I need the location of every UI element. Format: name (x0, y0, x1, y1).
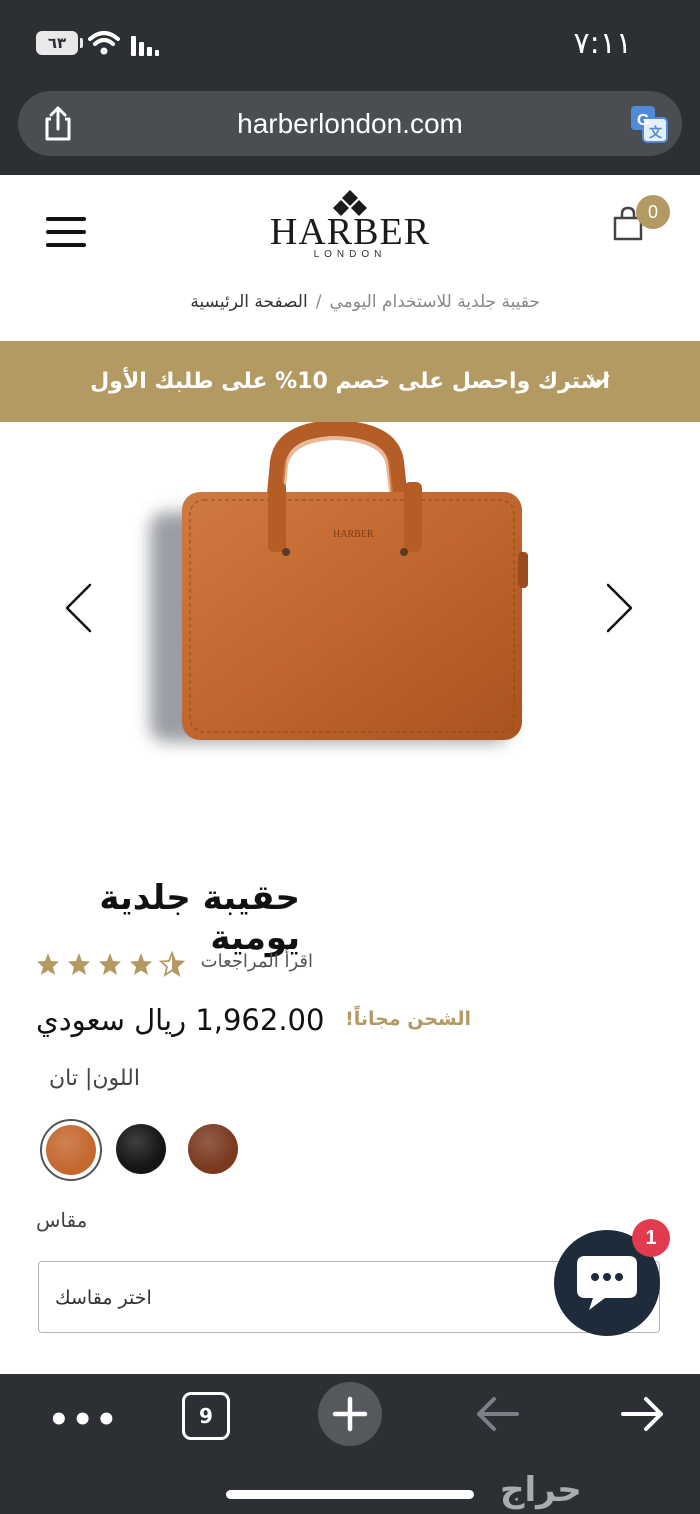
product-image: HARBER (150, 422, 528, 742)
breadcrumb: حقيبة جلدية للاستخدام اليومي / الصفحة الرئ… (0, 292, 540, 312)
svg-text:G: G (637, 112, 649, 129)
wifi-icon (88, 31, 120, 55)
size-select-placeholder[interactable]: اختر مقاسك (55, 1262, 152, 1334)
swatch-black[interactable] (116, 1124, 166, 1174)
brand-logo[interactable]: HARBER (240, 210, 460, 254)
address-bar[interactable]: harberlondon.com G 文 (18, 91, 682, 156)
swatch-brown[interactable] (188, 1124, 238, 1174)
breadcrumb-separator: / (315, 292, 322, 312)
plus-icon[interactable] (332, 1396, 368, 1432)
new-tab-button[interactable] (318, 1382, 382, 1446)
more-icon[interactable]: ••• (48, 1400, 119, 1440)
haraj-watermark: حراج (500, 1470, 582, 1510)
product-title: حقيبة جلدية يومية (99, 878, 300, 958)
chat-notification-badge: 1 (632, 1219, 670, 1257)
brand-subtitle: LONDON (313, 249, 387, 260)
breadcrumb-home[interactable]: الصفحة الرئيسية (190, 292, 307, 312)
size-label: مقاس (36, 1208, 88, 1232)
reviews-link[interactable]: اقرأ المراجعات (198, 951, 313, 972)
breadcrumb-current: حقيبة جلدية للاستخدام اليومي (329, 292, 540, 312)
signal-icon (131, 36, 159, 56)
svg-text:文: 文 (649, 125, 663, 140)
hamburger-menu-icon[interactable] (46, 217, 88, 249)
color-label: اللون| تان (48, 1066, 140, 1091)
chat-bubble-icon[interactable] (575, 1254, 639, 1312)
promo-banner[interactable]: اشترك واحصل على خصم 10% على طلبك الأول (0, 341, 700, 422)
chevron-down-icon[interactable] (586, 373, 610, 389)
home-indicator (226, 1490, 474, 1499)
free-shipping-label: الشحن مجاناً! (345, 1008, 471, 1030)
cart-count-badge[interactable]: 0 (636, 195, 670, 229)
swatch-tan[interactable] (46, 1125, 96, 1175)
battery-indicator: ٦٣ (36, 31, 78, 55)
share-icon[interactable] (40, 105, 76, 143)
translate-icon[interactable]: G 文 (630, 105, 668, 143)
tabs-button[interactable]: 9 (182, 1392, 230, 1440)
url-text[interactable]: harberlondon.com (18, 91, 682, 156)
battery-tip (80, 38, 83, 48)
product-price: 1,962.00 ريال سعودي (36, 1003, 325, 1037)
rating-stars[interactable] (36, 951, 188, 977)
svg-text:HARBER: HARBER (333, 529, 374, 540)
chevron-right-icon[interactable] (604, 582, 636, 634)
forward-arrow-icon[interactable] (620, 1396, 666, 1432)
back-arrow-icon[interactable] (474, 1396, 520, 1432)
status-time: ٧:١١ (573, 26, 632, 61)
chevron-left-icon[interactable] (62, 582, 94, 634)
